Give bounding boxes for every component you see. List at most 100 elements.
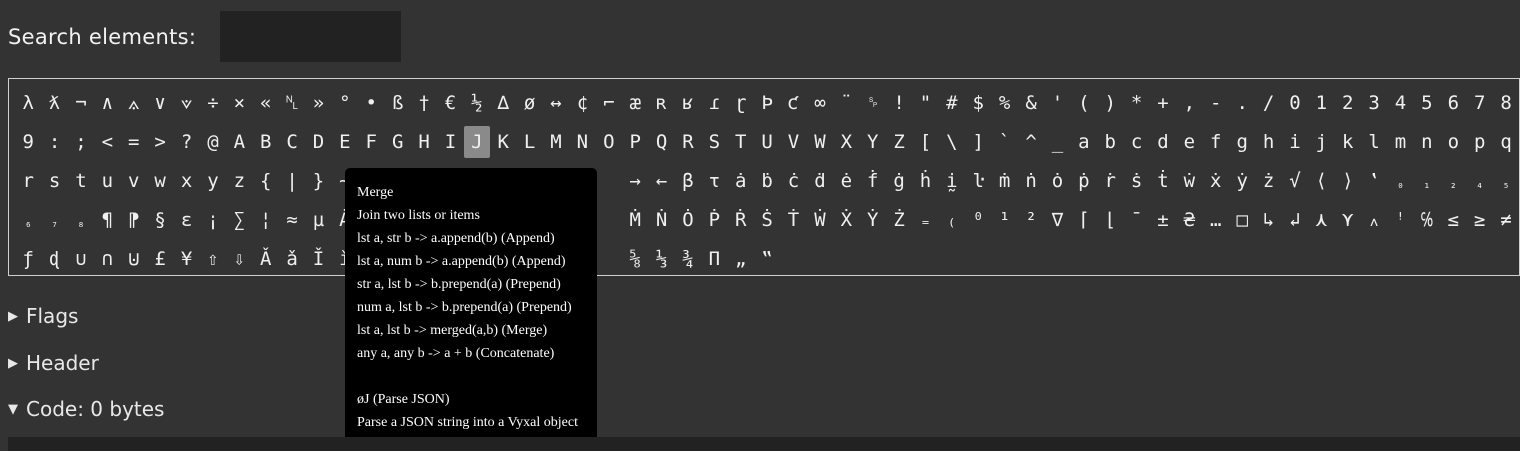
element-key[interactable]: ḃ (754, 165, 780, 197)
element-key[interactable]: < (94, 126, 120, 158)
element-key[interactable]: S (701, 126, 727, 158)
element-key[interactable]: @ (200, 126, 226, 158)
element-key[interactable]: A (226, 126, 252, 158)
element-key[interactable]: u (94, 165, 120, 197)
element-key[interactable]: ¦ (253, 204, 279, 236)
element-key[interactable]: P (622, 126, 648, 158)
element-key[interactable]: £ (147, 243, 173, 275)
element-key[interactable]: ( (1071, 87, 1097, 119)
element-key[interactable]: ₁ (1414, 165, 1440, 197)
element-key[interactable]: Q (648, 126, 674, 158)
element-key[interactable]: ¥ (173, 243, 199, 275)
element-key[interactable]: ) (1097, 87, 1123, 119)
element-key[interactable]: ⟩ (1335, 165, 1361, 197)
element-key[interactable]: ∩ (94, 243, 120, 275)
element-key[interactable]: ^ (1018, 126, 1044, 158)
element-key[interactable]: Ṡ (754, 204, 780, 236)
element-key[interactable]: → (622, 165, 648, 197)
element-key[interactable]: k (1335, 126, 1361, 158)
element-key[interactable]: \ (939, 126, 965, 158)
element-key[interactable]: ⟇ (173, 87, 199, 119)
element-key[interactable]: 4 (1387, 87, 1413, 119)
element-key[interactable]: z (226, 165, 252, 197)
element-key[interactable]: & (1018, 87, 1044, 119)
element-key[interactable]: T (728, 126, 754, 158)
flags-section-toggle[interactable]: ▶ Flags (8, 304, 78, 328)
element-key[interactable]: ± (1150, 204, 1176, 236)
element-key[interactable]: ¶ (94, 204, 120, 236)
element-key[interactable]: ġ (886, 165, 912, 197)
element-key[interactable]: * (1123, 87, 1149, 119)
element-key[interactable]: « (253, 87, 279, 119)
element-key[interactable]: β (675, 165, 701, 197)
element-key[interactable]: × (226, 87, 252, 119)
element-key[interactable]: § (147, 204, 173, 236)
element-key[interactable]: D (305, 126, 331, 158)
element-key[interactable]: ↲ (1282, 204, 1308, 236)
element-key[interactable]: 0 (1282, 87, 1308, 119)
element-key[interactable]: ! (886, 87, 912, 119)
element-key[interactable]: ≥ (1466, 204, 1492, 236)
element-key[interactable]: 7 (1466, 87, 1492, 119)
element-key[interactable]: Ṗ (701, 204, 727, 236)
element-key[interactable]: ∇ (1044, 204, 1070, 236)
element-key[interactable]: ½ (464, 87, 490, 119)
element-key[interactable]: ⁰ (965, 204, 991, 236)
element-key[interactable]: F (358, 126, 384, 158)
element-key[interactable]: ] (965, 126, 991, 158)
element-key[interactable]: w (147, 165, 173, 197)
element-key[interactable]: ⅝ (622, 243, 648, 275)
element-key[interactable]: ₇ (41, 204, 67, 236)
element-key[interactable]: ⌈ (1071, 204, 1097, 236)
element-key[interactable]: # (939, 87, 965, 119)
element-key[interactable]: Ẏ (860, 204, 886, 236)
element-key[interactable]: X (833, 126, 859, 158)
element-key[interactable]: ẇ (1176, 165, 1202, 197)
element-key[interactable]: ␠ (860, 87, 886, 119)
element-key[interactable]: ż (1255, 165, 1281, 197)
element-key[interactable]: ƈ (780, 87, 806, 119)
element-key[interactable]: Π (701, 243, 727, 275)
element-key[interactable]: > (147, 126, 173, 158)
element-key[interactable]: " (912, 87, 938, 119)
element-key[interactable]: • (358, 87, 384, 119)
element-key[interactable]: ⌊ (1097, 204, 1123, 236)
element-key[interactable]: æ (622, 87, 648, 119)
element-key[interactable]: | (279, 165, 305, 197)
element-key[interactable]: x (173, 165, 199, 197)
element-key[interactable]: G (384, 126, 410, 158)
element-key[interactable]: ; (68, 126, 94, 158)
element-key[interactable]: ꜝ (1387, 204, 1413, 236)
element-key[interactable]: Þ (754, 87, 780, 119)
element-key[interactable]: ʀ (648, 87, 674, 119)
element-key[interactable]: q (1493, 126, 1519, 158)
element-key[interactable]: $ (965, 87, 991, 119)
element-key[interactable]: m (1387, 126, 1413, 158)
element-key[interactable]: ¹ (991, 204, 1017, 236)
code-editor[interactable] (8, 437, 1520, 451)
header-section-toggle[interactable]: ▶ Header (8, 351, 99, 375)
element-key[interactable]: Y (860, 126, 886, 158)
element-key[interactable]: j (1308, 126, 1334, 158)
element-key[interactable]: ≈ (279, 204, 305, 236)
element-key[interactable]: 5 (1414, 87, 1440, 119)
element-key[interactable]: + (1150, 87, 1176, 119)
element-key[interactable]: ⊍ (121, 243, 147, 275)
element-key[interactable]: ` (991, 126, 1017, 158)
element-key[interactable]: ₀ (1387, 165, 1413, 197)
element-key[interactable]: Ṅ (648, 204, 674, 236)
element-key[interactable]: : (41, 126, 67, 158)
element-key[interactable]: ⋎ (1335, 204, 1361, 236)
element-key[interactable]: n (1414, 126, 1440, 158)
element-key[interactable]: = (121, 126, 147, 158)
element-key[interactable]: ⁋ (121, 204, 147, 236)
element-key[interactable]: ⋏ (1308, 204, 1334, 236)
element-key[interactable]: . (1229, 87, 1255, 119)
element-key[interactable]: ∪ (68, 243, 94, 275)
element-key[interactable]: Ẋ (833, 204, 859, 236)
element-key[interactable]: ∨ (147, 87, 173, 119)
element-key[interactable]: O (596, 126, 622, 158)
element-key[interactable]: Ȯ (675, 204, 701, 236)
element-key[interactable]: ⟑ (121, 87, 147, 119)
element-key[interactable]: c (1123, 126, 1149, 158)
